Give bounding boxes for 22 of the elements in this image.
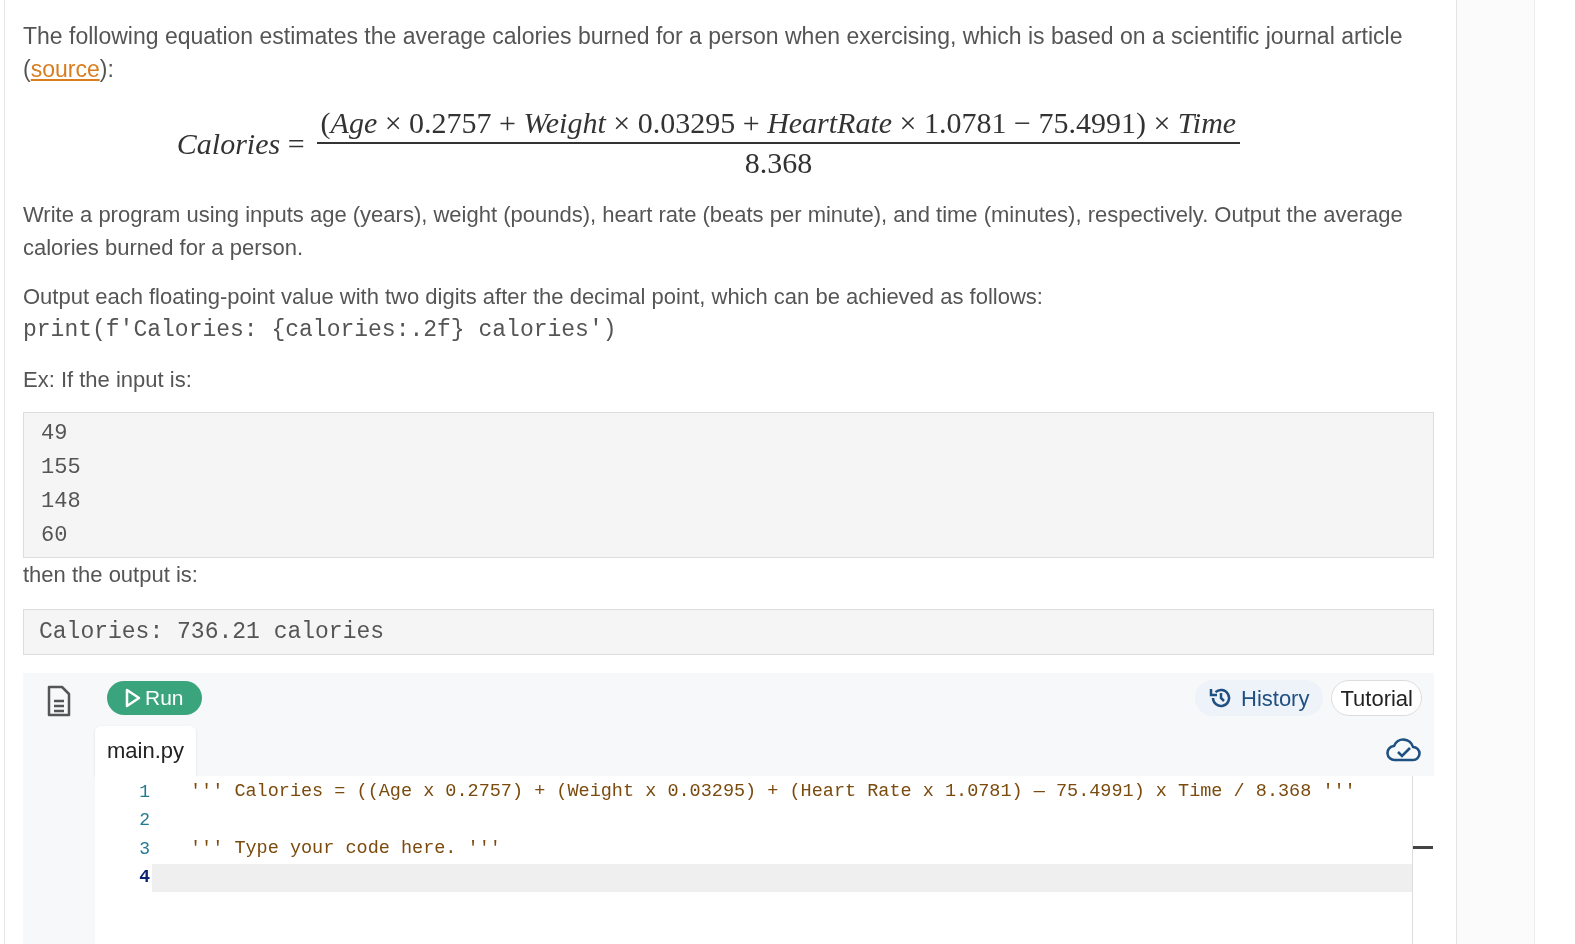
- format-note: Output each floating-point value with two digits after the decimal point, which can be achieved as follows:: [23, 283, 1044, 311]
- output-intro: then the output is:: [23, 561, 199, 589]
- line-number: 2: [138, 809, 151, 833]
- play-icon: [125, 688, 141, 708]
- equation-left-side: Calories =: [176, 125, 305, 162]
- history-button[interactable]: History: [1195, 680, 1324, 716]
- line-number: 3: [138, 837, 151, 861]
- file-icon: [46, 685, 72, 717]
- intro-paragraph: The following equation estimates the average calories burned for a person when exercising, which is based on a scientific journal article (source):: [23, 22, 1404, 84]
- history-icon: [1209, 686, 1233, 710]
- line-number: 1: [138, 780, 151, 804]
- cloud-check-icon: [1386, 736, 1422, 762]
- example-intro: Ex: If the input is:: [23, 366, 193, 394]
- scrollbar-marker: [1413, 846, 1433, 849]
- format-code: print(f'Calories: {calories:.2f} calories'): [23, 316, 618, 345]
- equation-denominator: 8.368: [744, 145, 813, 181]
- example-output-block: Calories: 736.21 calories: [23, 609, 1434, 655]
- equation-numerator: (Age × 0.2757 + Weight × 0.03295 + HeartRate × 1.0781 − 75.4991) × Time: [319, 105, 1238, 141]
- file-tab[interactable]: main.py: [95, 726, 197, 776]
- tutorial-button[interactable]: Tutorial: [1331, 680, 1422, 716]
- task-paragraph: Write a program using inputs age (years), weight (pounds), heart rate (beats per minute), and time (minutes), respectively. Output the average calories burned for a person.: [23, 201, 1404, 262]
- line-number: 4: [138, 866, 151, 890]
